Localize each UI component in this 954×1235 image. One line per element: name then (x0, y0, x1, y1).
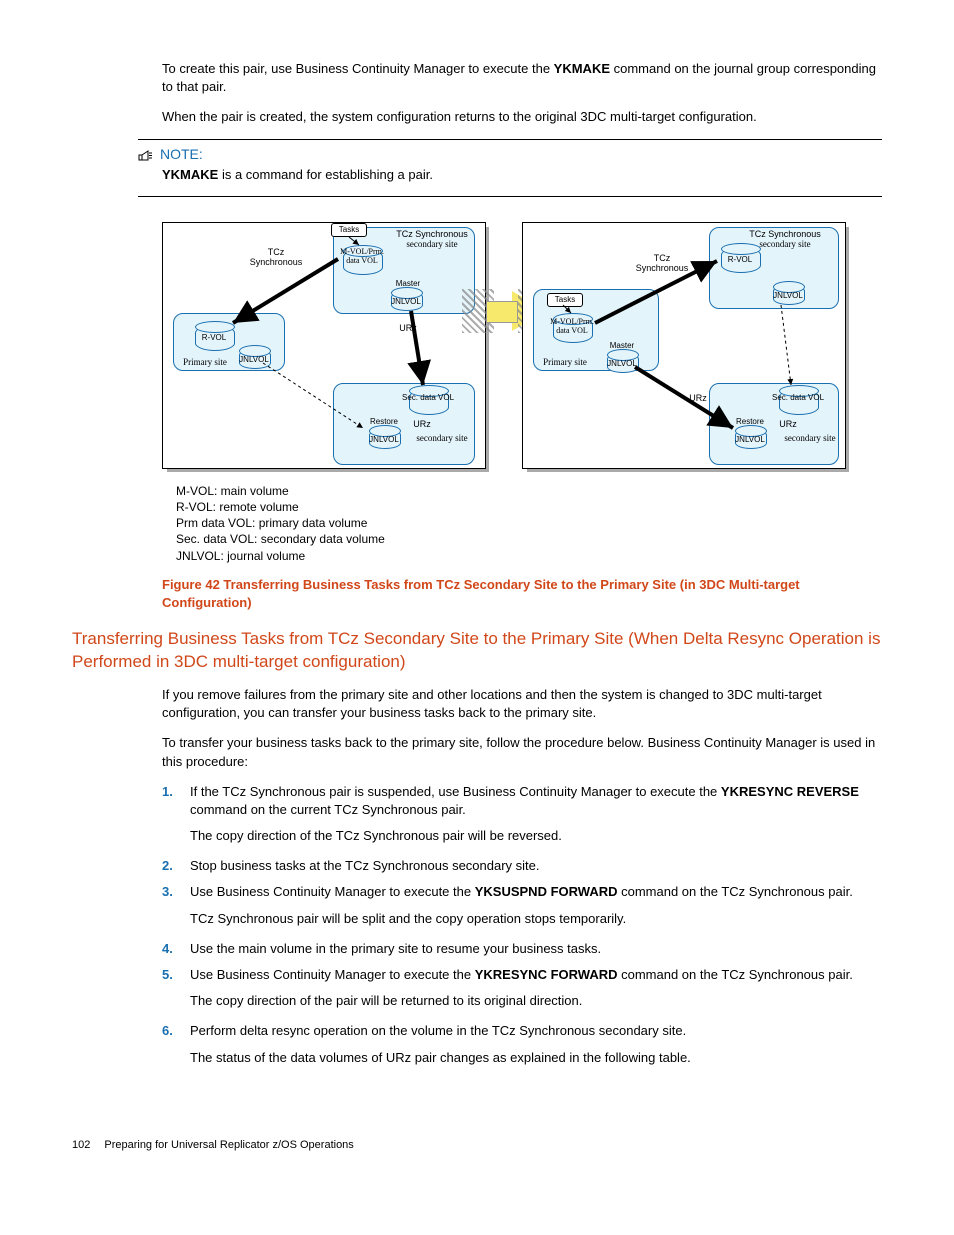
intro-p2: When the pair is created, the system con… (162, 108, 882, 126)
diagram-wrap: R-VOL JNLVOL Primary site Tasks TCz Sync… (72, 217, 882, 564)
step-6-text-a: Perform delta resync operation on the vo… (190, 1023, 686, 1038)
note-rule-bot (138, 196, 882, 197)
step-2-text-a: Stop business tasks at the TCz Synchrono… (190, 858, 540, 873)
step-1-text-a: If the TCz Synchronous pair is suspended… (190, 784, 721, 799)
page-number: 102 (72, 1139, 90, 1151)
page: To create this pair, use Business Contin… (0, 0, 954, 1191)
note-rule-top (138, 139, 882, 140)
intro-cmd: YKMAKE (554, 61, 610, 76)
legend-l2: R-VOL: remote volume (176, 499, 882, 515)
step-1-text-b: command on the current TCz Synchronous p… (190, 802, 466, 817)
arrows-right (523, 223, 845, 468)
note-icon (138, 147, 154, 161)
step-3: Use Business Continuity Manager to execu… (162, 883, 882, 927)
section-body: If you remove failures from the primary … (162, 686, 882, 1067)
legend-l5: JNLVOL: journal volume (176, 548, 882, 564)
step-1: If the TCz Synchronous pair is suspended… (162, 783, 882, 846)
diagram-left-panel: R-VOL JNLVOL Primary site Tasks TCz Sync… (162, 222, 486, 469)
step-3-follow: TCz Synchronous pair will be split and t… (190, 910, 882, 928)
diagram-right-panel: Tasks M-VOL/Prm. data VOL Master JNLVOL … (522, 222, 846, 469)
footer-title: Preparing for Universal Replicator z/OS … (104, 1139, 353, 1151)
note-rule-bot-wrap (138, 196, 882, 197)
body-p1: If you remove failures from the primary … (162, 686, 882, 722)
intro-block: To create this pair, use Business Contin… (162, 60, 882, 127)
legend-l1: M-VOL: main volume (176, 483, 882, 499)
note-rest: is a command for establishing a pair. (218, 167, 433, 182)
step-6: Perform delta resync operation on the vo… (162, 1022, 882, 1066)
arrows-left (163, 223, 485, 468)
note-label: NOTE: (160, 146, 203, 162)
figure-caption-wrap: Figure 42 Transferring Business Tasks fr… (162, 576, 882, 612)
intro-p1: To create this pair, use Business Contin… (162, 60, 882, 96)
step-5-text-b: command on the TCz Synchronous pair. (618, 967, 853, 982)
step-5-follow: The copy direction of the pair will be r… (190, 992, 882, 1010)
diagram: R-VOL JNLVOL Primary site Tasks TCz Sync… (162, 217, 882, 477)
legend-l4: Sec. data VOL: secondary data volume (176, 531, 882, 547)
body-p2: To transfer your business tasks back to … (162, 734, 882, 770)
step-1-follow: The copy direction of the TCz Synchronou… (190, 827, 882, 845)
note-header: NOTE: (138, 146, 882, 162)
figure-caption: Figure 42 Transferring Business Tasks fr… (162, 576, 882, 612)
step-5: Use Business Continuity Manager to execu… (162, 966, 882, 1010)
section-heading: Transferring Business Tasks from TCz Sec… (72, 628, 882, 674)
page-footer: 102 Preparing for Universal Replicator z… (72, 1139, 882, 1151)
step-3-cmd: YKSUSPND FORWARD (475, 884, 618, 899)
step-4: Use the main volume in the primary site … (162, 940, 882, 958)
note-body: YKMAKE is a command for establishing a p… (162, 166, 882, 184)
note-block (138, 139, 882, 140)
step-2: Stop business tasks at the TCz Synchrono… (162, 857, 882, 875)
step-5-cmd: YKRESYNC FORWARD (475, 967, 618, 982)
steps-list: If the TCz Synchronous pair is suspended… (162, 783, 882, 1067)
note-text: YKMAKE is a command for establishing a p… (162, 166, 882, 184)
note-cmd: YKMAKE (162, 167, 218, 182)
legend-l3: Prm data VOL: primary data volume (176, 515, 882, 531)
legend: M-VOL: main volume R-VOL: remote volume … (176, 483, 882, 564)
intro-p1a: To create this pair, use Business Contin… (162, 61, 554, 76)
step-5-text-a: Use Business Continuity Manager to execu… (190, 967, 475, 982)
step-3-text-a: Use Business Continuity Manager to execu… (190, 884, 475, 899)
step-6-follow: The status of the data volumes of URz pa… (190, 1049, 882, 1067)
step-3-text-b: command on the TCz Synchronous pair. (618, 884, 853, 899)
step-1-cmd: YKRESYNC REVERSE (721, 784, 859, 799)
step-4-text-a: Use the main volume in the primary site … (190, 941, 601, 956)
